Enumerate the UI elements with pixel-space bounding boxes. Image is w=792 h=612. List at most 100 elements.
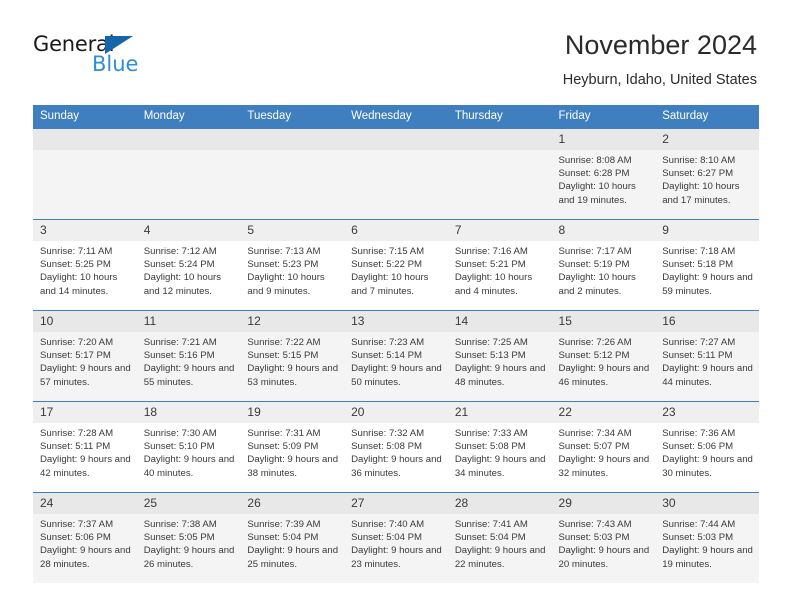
calendar-day-cell[interactable]: 8 Sunrise: 7:17 AM Sunset: 5:19 PM Daylight… [551,219,656,311]
calendar-day-cell[interactable]: 29 Sunrise: 7:43 AM Sunset: 5:03 PM Dayligh… [551,492,656,583]
sunset-text: Sunset: 5:11 PM [662,350,733,362]
day-details: Sunrise: 7:38 AM Sunset: 5:05 PM Daylight:… [136,514,241,571]
sunset-text: Sunset: 5:21 PM [454,259,526,271]
day-details: Sunrise: 7:34 AM Sunset: 5:07 PM Daylight:… [552,423,656,480]
calendar-day-cell[interactable]: 28 Sunrise: 7:41 AM Sunset: 5:04 PM Dayligh… [447,492,552,583]
day-details: Sunrise: 7:32 AM Sunset: 5:08 PM Daylight:… [344,423,448,480]
sunset-text: Sunset: 5:19 PM [558,259,630,271]
day-number: 11 [136,311,241,332]
calendar-day-cell[interactable]: 22 Sunrise: 7:34 AM Sunset: 5:07 PM Dayligh… [551,401,656,493]
calendar-day-cell[interactable]: 21 Sunrise: 7:33 AM Sunset: 5:08 PM Dayligh… [447,401,552,493]
daylight-text: Daylight: 9 hours and 28 minutes. [40,545,131,570]
calendar-day-cell[interactable]: 15 Sunrise: 7:26 AM Sunset: 5:12 PM Dayligh… [551,310,656,402]
daylight-text: Daylight: 9 hours and 57 minutes. [40,363,131,388]
day-number: 29 [551,493,656,514]
day-number: 22 [551,402,656,423]
calendar-day-cell[interactable]: 7 Sunrise: 7:16 AM Sunset: 5:21 PM Daylight… [447,219,552,311]
weekday-header-friday: Friday [551,105,656,129]
calendar-day-cell[interactable]: 14 Sunrise: 7:25 AM Sunset: 5:13 PM Dayligh… [447,310,552,402]
page-title: November 2024 [564,30,757,60]
calendar-day-cell[interactable]: 5 Sunrise: 7:13 AM Sunset: 5:23 PM Daylight… [240,219,345,311]
weekday-header-monday: Monday [136,105,241,129]
calendar-day-cell[interactable]: 20 Sunrise: 7:32 AM Sunset: 5:08 PM Dayligh… [344,401,448,493]
weekday-header-wednesday: Wednesday [344,105,448,129]
calendar-day-cell[interactable]: 10 Sunrise: 7:20 AM Sunset: 5:17 PM Dayligh… [33,310,137,402]
daylight-text: Daylight: 9 hours and 19 minutes. [662,545,753,570]
location-subtitle: Heyburn, Idaho, United States [562,72,757,88]
daylight-text: Daylight: 9 hours and 26 minutes. [143,545,235,570]
sunset-text: Sunset: 5:16 PM [143,350,215,362]
day-details: Sunrise: 8:08 AM Sunset: 6:28 PM Daylight:… [551,150,656,207]
calendar-day-cell[interactable]: 24 Sunrise: 7:37 AM Sunset: 5:06 PM Dayligh… [33,492,137,583]
sunrise-text: Sunrise: 7:40 AM [351,519,425,530]
daylight-text: Daylight: 10 hours and 9 minutes. [247,272,325,297]
calendar-day-cell[interactable]: 30 Sunrise: 7:44 AM Sunset: 5:03 PM Dayligh… [655,492,759,583]
day-number: 23 [655,402,759,423]
calendar-day-cell[interactable]: 9 Sunrise: 7:18 AM Sunset: 5:18 PM Daylight… [655,219,759,311]
day-number [136,129,241,150]
calendar-day-cell[interactable]: 11 Sunrise: 7:21 AM Sunset: 5:16 PM Dayligh… [136,310,241,402]
day-details: Sunrise: 7:40 AM Sunset: 5:04 PM Daylight:… [344,514,448,571]
calendar-page: General Blue November 2024 Heyburn, Idah… [0,0,792,612]
day-details: Sunrise: 7:44 AM Sunset: 5:03 PM Daylight:… [655,514,759,571]
weekday-header-sunday: Sunday [33,105,137,129]
day-details: Sunrise: 7:33 AM Sunset: 5:08 PM Daylight:… [448,423,552,480]
calendar-day-cell[interactable]: 25 Sunrise: 7:38 AM Sunset: 5:05 PM Dayligh… [136,492,241,583]
sunset-text: Sunset: 5:11 PM [40,441,111,453]
day-details: Sunrise: 7:12 AM Sunset: 5:24 PM Daylight:… [137,241,241,298]
calendar-day-cell[interactable]: 16 Sunrise: 7:27 AM Sunset: 5:11 PM Dayligh… [655,310,759,402]
sunset-text: Sunset: 5:15 PM [247,350,319,362]
sunrise-text: Sunrise: 7:21 AM [143,337,217,348]
daylight-text: Daylight: 9 hours and 20 minutes. [558,545,650,570]
calendar-day-cell[interactable]: 23 Sunrise: 7:36 AM Sunset: 5:06 PM Dayligh… [655,401,759,493]
day-number: 8 [551,220,656,241]
sunrise-text: Sunrise: 7:32 AM [351,428,425,439]
sunset-text: Sunset: 6:28 PM [558,168,630,180]
day-number [33,129,137,150]
calendar-day-cell[interactable]: 26 Sunrise: 7:39 AM Sunset: 5:04 PM Dayligh… [240,492,345,583]
daylight-text: Daylight: 9 hours and 59 minutes. [662,272,753,297]
day-number: 10 [33,311,137,332]
calendar-day-cell[interactable]: 18 Sunrise: 7:30 AM Sunset: 5:10 PM Dayligh… [136,401,241,493]
day-number: 4 [136,220,241,241]
sunset-text: Sunset: 5:17 PM [40,350,111,362]
day-number: 2 [655,129,759,150]
calendar-week-row: 17 Sunrise: 7:28 AM Sunset: 5:11 PM Dayligh… [33,401,759,493]
sunset-text: Sunset: 5:09 PM [247,441,319,453]
day-number: 9 [655,220,759,241]
calendar-day-cell[interactable]: 13 Sunrise: 7:23 AM Sunset: 5:14 PM Dayligh… [344,310,448,402]
daylight-text: Daylight: 9 hours and 44 minutes. [662,363,753,388]
sunrise-text: Sunrise: 7:36 AM [662,428,736,439]
sunset-text: Sunset: 6:27 PM [662,168,734,180]
calendar-grid: Sunday Monday Tuesday Wednesday Thursday… [33,105,759,583]
calendar-day-cell[interactable]: 27 Sunrise: 7:40 AM Sunset: 5:04 PM Dayligh… [344,492,448,583]
sunrise-text: Sunrise: 8:08 AM [558,155,632,166]
day-details: Sunrise: 7:23 AM Sunset: 5:14 PM Daylight:… [344,332,448,389]
calendar-cell-empty [240,128,345,220]
sunset-text: Sunset: 5:18 PM [662,259,734,271]
day-details: Sunrise: 7:21 AM Sunset: 5:16 PM Daylight:… [136,332,241,389]
daylight-text: Daylight: 9 hours and 22 minutes. [454,545,546,570]
calendar-week-row: 3 Sunrise: 7:11 AM Sunset: 5:25 PM Daylight… [33,219,759,311]
day-details: Sunrise: 7:41 AM Sunset: 5:04 PM Daylight:… [447,514,552,571]
calendar-day-cell[interactable]: 19 Sunrise: 7:31 AM Sunset: 5:09 PM Dayligh… [240,401,345,493]
sunrise-text: Sunrise: 7:18 AM [662,246,736,257]
calendar-day-cell[interactable]: 17 Sunrise: 7:28 AM Sunset: 5:11 PM Dayligh… [33,401,137,493]
sunrise-text: Sunrise: 7:27 AM [662,337,736,348]
day-number: 30 [655,493,759,514]
sunrise-text: Sunrise: 7:26 AM [558,337,632,348]
calendar-day-cell[interactable]: 6 Sunrise: 7:15 AM Sunset: 5:22 PM Daylight… [344,219,448,311]
calendar-day-cell[interactable]: 4 Sunrise: 7:12 AM Sunset: 5:24 PM Daylight… [136,219,241,311]
day-details: Sunrise: 7:11 AM Sunset: 5:25 PM Daylight:… [33,241,137,298]
calendar-day-cell[interactable]: 12 Sunrise: 7:22 AM Sunset: 5:15 PM Dayligh… [240,310,345,402]
day-details: Sunrise: 7:31 AM Sunset: 5:09 PM Daylight:… [240,423,344,480]
daylight-text: Daylight: 9 hours and 53 minutes. [247,363,339,388]
calendar-day-cell[interactable]: 3 Sunrise: 7:11 AM Sunset: 5:25 PM Daylight… [33,219,137,311]
day-details: Sunrise: 7:17 AM Sunset: 5:19 PM Daylight:… [552,241,656,298]
day-number: 13 [344,311,448,332]
calendar-day-cell[interactable]: 2 Sunrise: 8:10 AM Sunset: 6:27 PM Daylight… [655,128,759,220]
sunrise-text: Sunrise: 7:20 AM [40,337,114,348]
day-number: 25 [136,493,241,514]
calendar-day-cell[interactable]: 1 Sunrise: 8:08 AM Sunset: 6:28 PM Daylight… [551,128,656,220]
calendar-cell-empty [136,128,241,220]
